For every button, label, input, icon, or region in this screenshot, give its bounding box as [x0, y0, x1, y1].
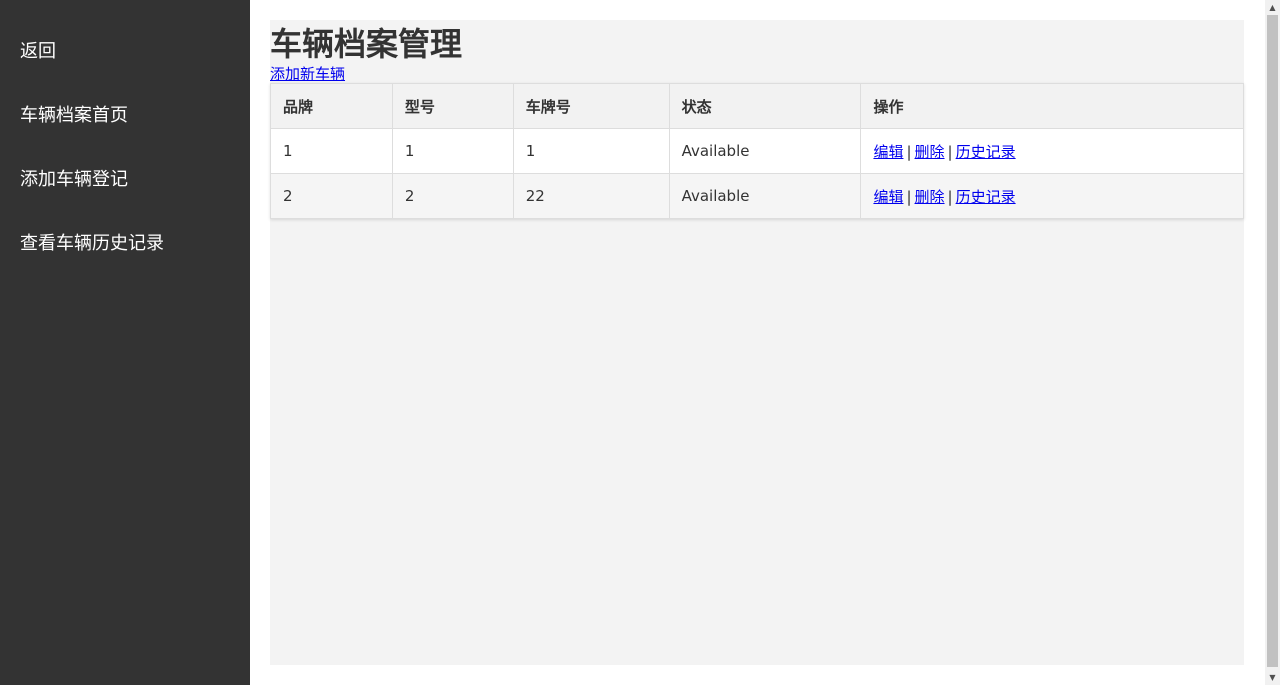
vehicle-table: 品牌 型号 车牌号 状态 操作 1 1 1 Available 编辑 | 删除 | 历史… — [270, 83, 1244, 219]
action-separator: | — [947, 142, 953, 161]
action-separator: | — [906, 187, 912, 206]
edit-link[interactable]: 编辑 — [873, 143, 903, 161]
sidebar-item-back[interactable]: 返回 — [20, 40, 56, 64]
action-separator: | — [906, 142, 912, 161]
sidebar-item-vehicle-history[interactable]: 查看车辆历史记录 — [20, 232, 164, 256]
delete-link[interactable]: 删除 — [915, 188, 945, 206]
cell-actions: 编辑 | 删除 | 历史记录 — [860, 128, 1244, 174]
main-content: 车辆档案管理 添加新车辆 品牌 型号 车牌号 状态 操作 1 1 1 Avail… — [270, 20, 1244, 665]
vertical-scrollbar[interactable]: ▲ ▼ — [1265, 0, 1280, 685]
cell-actions: 编辑 | 删除 | 历史记录 — [860, 173, 1244, 219]
cell-brand: 1 — [270, 128, 393, 174]
cell-brand: 2 — [270, 173, 393, 219]
sidebar: 返回 车辆档案首页 添加车辆登记 查看车辆历史记录 — [0, 0, 250, 685]
header-model: 型号 — [391, 83, 514, 129]
cell-model: 2 — [391, 173, 514, 219]
history-link[interactable]: 历史记录 — [956, 188, 1016, 206]
table-row: 2 2 22 Available 编辑 | 删除 | 历史记录 — [270, 173, 1244, 219]
cell-model: 1 — [391, 128, 514, 174]
cell-plate: 22 — [512, 173, 670, 219]
history-link[interactable]: 历史记录 — [956, 143, 1016, 161]
header-actions: 操作 — [860, 83, 1244, 129]
header-status: 状态 — [668, 83, 862, 129]
table-row: 1 1 1 Available 编辑 | 删除 | 历史记录 — [270, 128, 1244, 174]
edit-link[interactable]: 编辑 — [873, 188, 903, 206]
action-separator: | — [947, 187, 953, 206]
scrollbar-thumb[interactable] — [1267, 15, 1278, 667]
sidebar-item-add-registration[interactable]: 添加车辆登记 — [20, 168, 128, 192]
cell-status: Available — [668, 173, 862, 219]
delete-link[interactable]: 删除 — [915, 143, 945, 161]
add-vehicle-link[interactable]: 添加新车辆 — [270, 64, 345, 84]
page-title: 车辆档案管理 — [270, 25, 463, 63]
scroll-down-icon[interactable]: ▼ — [1265, 670, 1280, 685]
table-header-row: 品牌 型号 车牌号 状态 操作 — [270, 83, 1244, 129]
scroll-up-icon[interactable]: ▲ — [1265, 0, 1280, 15]
sidebar-item-vehicle-home[interactable]: 车辆档案首页 — [20, 104, 128, 128]
cell-plate: 1 — [512, 128, 670, 174]
cell-status: Available — [668, 128, 862, 174]
header-brand: 品牌 — [270, 83, 393, 129]
header-plate: 车牌号 — [512, 83, 670, 129]
